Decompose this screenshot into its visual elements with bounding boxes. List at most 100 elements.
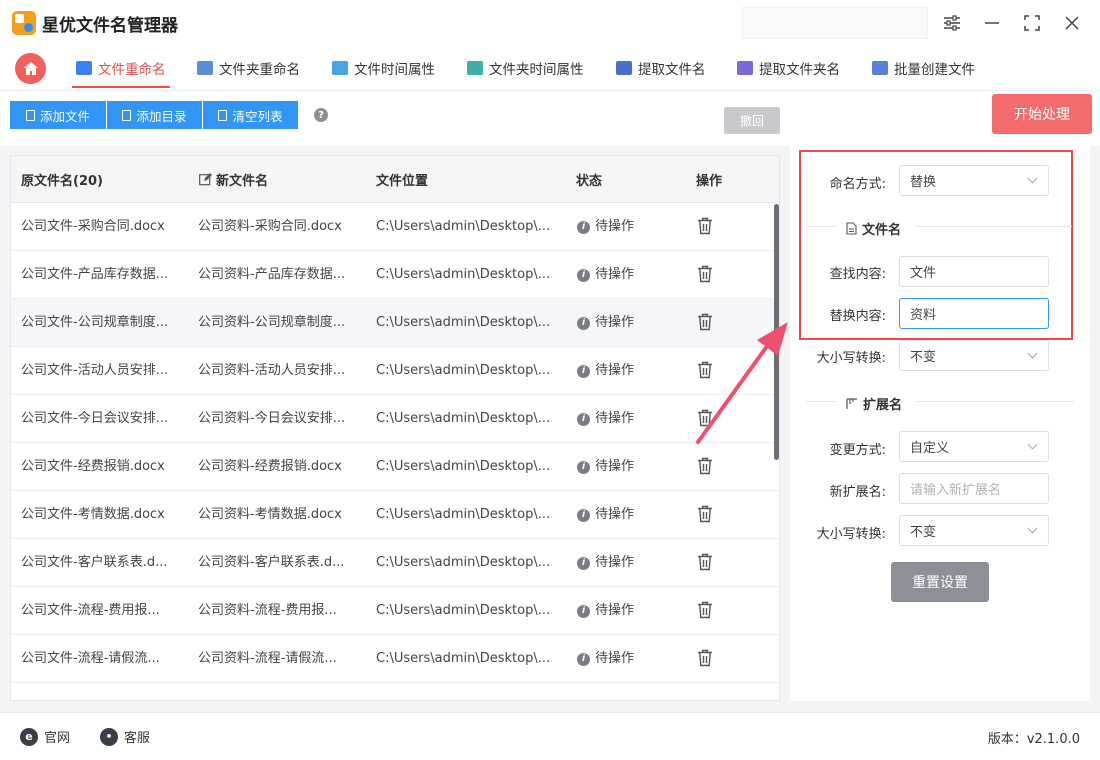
original-name-cell: 公司文件-活动人员安排... [21,363,169,378]
reset-settings-button[interactable]: 重置设置 [891,562,989,602]
new-name-cell: 公司资料-流程-费用报... [198,603,337,618]
status-cell: i 待操作 [577,443,634,491]
table-row[interactable]: 公司文件-客户联系表.d... 公司资料-客户联系表.d... C:\Users\a… [11,539,779,587]
tab-file-rename[interactable]: 文件重命名 [72,46,169,90]
minimize-icon[interactable] [978,9,1006,37]
info-icon: i [577,556,590,570]
new-name-cell: 公司资料-产品库存数据... [198,267,346,282]
original-name-cell: 公司文件-产品库存数据... [21,267,169,282]
table-row[interactable]: 公司文件-流程-费用报... 公司资料-流程-费用报... C:\Users\adm… [11,587,779,635]
case-conversion-select[interactable]: 不变 [899,340,1049,371]
tab-folder-rename[interactable]: 文件夹重命名 [197,46,300,90]
location-cell: C:\Users\admin\Desktop\... [376,507,551,522]
new-extension-label: 新扩展名: [829,485,886,500]
help-icon[interactable]: ? [314,108,328,122]
header-location[interactable]: 文件位置 [376,156,428,203]
tab-folder-time[interactable]: 文件夹时间属性 [467,46,584,90]
info-icon: i [577,316,590,330]
settings-sliders-icon[interactable] [938,9,966,37]
title-bar: 星优文件名管理器 [0,0,1100,46]
status-cell: i 待操作 [577,491,634,539]
tab-file-time[interactable]: 文件时间属性 [332,46,435,90]
header-new-name[interactable]: 新文件名 [199,156,268,203]
change-method-select[interactable]: 自定义 [899,431,1049,462]
header-action: 操作 [696,174,723,189]
status-cell: i 待操作 [577,587,634,635]
table-row[interactable]: 公司文件-产品库存数据... 公司资料-产品库存数据... C:\Users\adm… [11,251,779,299]
status-cell: i 待操作 [577,299,634,347]
info-icon: i [577,412,590,426]
add-directory-button[interactable]: 添加目录 [107,101,202,129]
extract-foldername-icon [737,61,753,75]
table-row[interactable]: 公司文件-采购合同.docx 公司资料-采购合同.docx C:\Users\adm… [11,203,779,251]
table-row-partial [11,683,779,700]
info-icon: i [577,508,590,522]
new-extension-input[interactable]: 请输入新扩展名 [899,473,1049,504]
status-cell: i 待操作 [577,539,634,587]
divider [916,226,1072,227]
title-search-box[interactable] [742,7,928,39]
annotation-arrow [696,322,788,444]
support-link[interactable]: • 客服 [100,727,150,746]
close-icon[interactable] [1058,9,1086,37]
status-cell: i 待操作 [577,203,634,251]
location-cell: C:\Users\admin\Desktop\... [376,267,551,282]
info-icon: i [577,268,590,282]
original-name-cell: 公司文件-考情数据.docx [21,507,165,522]
location-cell: C:\Users\admin\Desktop\... [376,411,551,426]
original-name-cell: 公司文件-采购合同.docx [21,219,165,234]
location-cell: C:\Users\admin\Desktop\... [376,219,551,234]
divider [916,401,1074,402]
delete-icon[interactable] [697,649,713,667]
info-icon: i [577,364,590,378]
undo-button[interactable]: 撤回 [724,107,780,134]
home-button[interactable] [15,53,46,84]
delete-icon[interactable] [697,553,713,571]
find-content-input[interactable]: 文件 [899,256,1049,287]
website-link[interactable]: e 官网 [20,727,70,746]
tab-extract-foldername[interactable]: 提取文件夹名 [737,46,840,90]
delete-icon[interactable] [697,265,713,283]
original-name-cell: 公司文件-客户联系表.d... [21,555,168,570]
edit-icon [199,173,212,186]
delete-icon[interactable] [697,457,713,475]
new-name-cell: 公司资料-经费报销.docx [198,459,342,474]
status-cell: i 待操作 [577,395,634,443]
document-icon [25,109,35,121]
extension-section-title: 扩展名 [846,394,902,413]
extension-case-select[interactable]: 不变 [899,515,1049,546]
folder-rename-icon [197,61,213,75]
table-row[interactable]: 公司文件-公司规章制度... 公司资料-公司规章制度... C:\Users\adm… [11,299,779,347]
tab-batch-create[interactable]: 批量创建文件 [872,46,975,90]
extract-filename-icon [616,61,632,75]
extension-icon [846,397,857,409]
app-logo-icon [12,11,36,35]
divider [806,226,836,227]
start-processing-button[interactable]: 开始处理 [992,94,1092,134]
file-rename-icon [76,61,92,75]
maximize-icon[interactable] [1018,9,1046,37]
table-row[interactable]: 公司文件-经费报销.docx 公司资料-经费报销.docx C:\Users\adm… [11,443,779,491]
new-name-cell: 公司资料-公司规章制度... [198,315,346,330]
folder-time-icon [467,61,483,75]
location-cell: C:\Users\admin\Desktop\... [376,603,551,618]
header-original-name[interactable]: 原文件名(20) [21,156,103,203]
replace-content-input[interactable]: 资料 [899,298,1049,329]
table-row[interactable]: 公司文件-流程-请假流... 公司资料-流程-请假流... C:\Users\adm… [11,635,779,683]
table-row[interactable]: 公司文件-今日会议安排... 公司资料-今日会议安排... C:\Users\adm… [11,395,779,443]
original-name-cell: 公司文件-今日会议安排... [21,411,169,426]
delete-icon[interactable] [697,505,713,523]
original-name-cell: 公司文件-公司规章制度... [21,315,169,330]
clear-list-button[interactable]: 清空列表 [203,101,298,129]
add-file-button[interactable]: 添加文件 [10,101,106,129]
app-title: 星优文件名管理器 [42,16,178,36]
naming-method-select[interactable]: 替换 [899,165,1049,196]
status-cell: i 待操作 [577,347,634,395]
delete-icon[interactable] [697,601,713,619]
table-row[interactable]: 公司文件-活动人员安排... 公司资料-活动人员安排... C:\Users\adm… [11,347,779,395]
header-status[interactable]: 状态 [576,156,602,203]
tab-extract-filename[interactable]: 提取文件名 [616,46,706,90]
location-cell: C:\Users\admin\Desktop\... [376,315,551,330]
table-row[interactable]: 公司文件-考情数据.docx 公司资料-考情数据.docx C:\Users\adm… [11,491,779,539]
delete-icon[interactable] [697,217,713,235]
